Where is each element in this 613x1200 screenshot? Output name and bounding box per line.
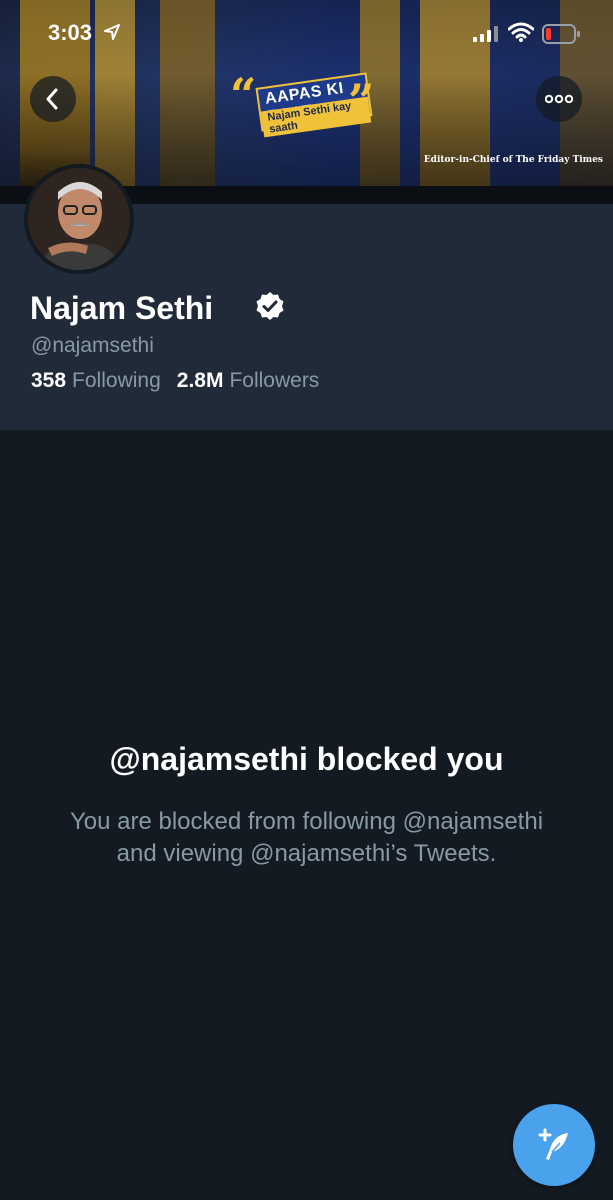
cellular-signal-icon bbox=[473, 26, 498, 42]
followers-label: Followers bbox=[229, 369, 320, 392]
show-logo: “ AAPAS KI BAAT Najam Sethi kay saath ” bbox=[230, 68, 374, 138]
chevron-left-icon bbox=[46, 88, 58, 110]
logo-close-quote: ” bbox=[348, 74, 375, 128]
blocked-title: @najamsethi blocked you bbox=[109, 741, 504, 777]
avatar-image bbox=[28, 168, 130, 270]
profile-screen: “ AAPAS KI BAAT Najam Sethi kay saath ” … bbox=[0, 0, 613, 1200]
followers-count: 2.8M bbox=[176, 369, 224, 392]
location-arrow-icon bbox=[104, 24, 120, 40]
battery-icon bbox=[542, 24, 580, 44]
profile-stats: 358 Following 2.8M Followers bbox=[31, 369, 319, 393]
blocked-description: You are blocked from following @najamset… bbox=[69, 808, 544, 867]
following-link[interactable]: 358 Following bbox=[31, 369, 161, 393]
more-options-button[interactable] bbox=[536, 76, 582, 122]
verified-badge-icon bbox=[256, 292, 284, 320]
followers-link[interactable]: 2.8M Followers bbox=[177, 369, 320, 393]
ellipsis-icon bbox=[545, 94, 573, 104]
logo-open-quote: “ bbox=[230, 68, 257, 122]
compose-feather-icon bbox=[538, 1128, 568, 1160]
profile-name: Najam Sethi bbox=[30, 290, 214, 326]
following-count: 358 bbox=[31, 369, 67, 392]
status-time: 3:03 bbox=[48, 20, 93, 45]
wifi-icon bbox=[508, 22, 534, 42]
compose-tweet-button[interactable] bbox=[513, 1104, 595, 1186]
back-button[interactable] bbox=[30, 76, 76, 122]
following-label: Following bbox=[72, 369, 161, 392]
avatar[interactable] bbox=[24, 164, 134, 274]
banner-caption: Editor-in-Chief of The Friday Times bbox=[423, 155, 603, 165]
profile-handle: @najamsethi bbox=[31, 334, 154, 357]
